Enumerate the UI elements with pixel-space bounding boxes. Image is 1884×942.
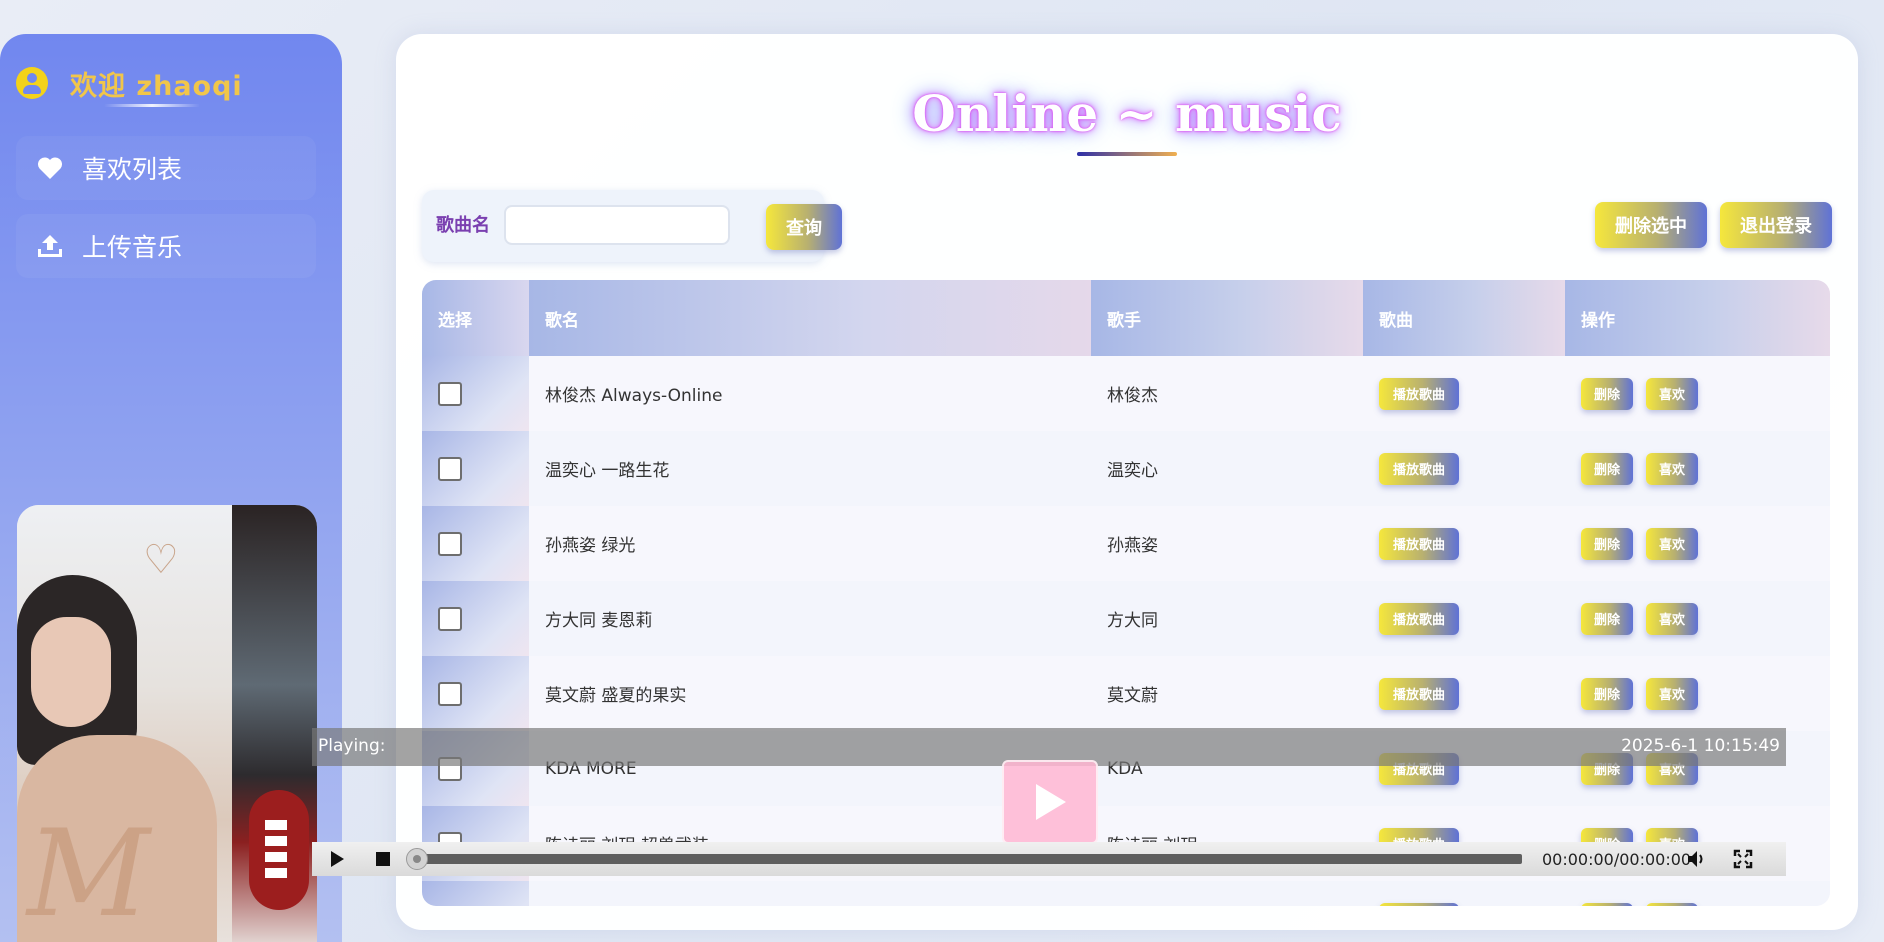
sidebar-item-upload[interactable]: 上传音乐 [16, 214, 316, 278]
poster-script-lettering: M [27, 805, 150, 942]
delete-button[interactable]: 删除 [1581, 902, 1633, 906]
header-actions: 操作 [1565, 280, 1830, 356]
header-singer: 歌手 [1091, 280, 1363, 356]
table-header: 选择 歌名 歌手 歌曲 操作 [422, 280, 1830, 356]
table-row: 林俊杰 Always-Online 林俊杰 播放歌曲 删除 喜欢 [422, 356, 1830, 431]
time-readout: 00:00:00/00:00:00 [1542, 849, 1692, 869]
song-name-cell: 孙燕姿 绿光 [529, 506, 1091, 581]
poster-mouth-graphic [249, 790, 309, 910]
row-checkbox[interactable] [438, 456, 462, 481]
play-song-button[interactable]: 播放歌曲 [1379, 902, 1459, 906]
row-checkbox[interactable] [438, 381, 462, 406]
stop-control-button[interactable] [366, 842, 400, 876]
delete-selected-button[interactable]: 删除选中 [1595, 202, 1707, 248]
singer-cell: 林俊杰 [1091, 356, 1363, 431]
play-song-button[interactable]: 播放歌曲 [1379, 602, 1459, 635]
header-song: 歌曲 [1363, 280, 1565, 356]
singer-cell [1091, 881, 1363, 906]
singer-cell: 孙燕姿 [1091, 506, 1363, 581]
volume-icon [1688, 851, 1703, 867]
progress-knob[interactable] [406, 848, 428, 870]
like-button[interactable]: 喜欢 [1646, 677, 1698, 710]
fullscreen-icon [1733, 849, 1753, 869]
logout-button[interactable]: 退出登录 [1720, 202, 1832, 248]
singer-cell: 方大同 [1091, 581, 1363, 656]
now-playing-label: Playing: [318, 736, 386, 756]
sidebar-item-label: 上传音乐 [82, 233, 183, 262]
like-button[interactable]: 喜欢 [1646, 902, 1698, 906]
fullscreen-button[interactable] [1726, 842, 1760, 876]
delete-button[interactable]: 删除 [1581, 527, 1633, 560]
user-icon [16, 67, 48, 99]
search-panel: 歌曲名 查询 [422, 190, 842, 262]
like-button[interactable]: 喜欢 [1646, 527, 1698, 560]
page-title: Online ~ music [912, 84, 1342, 143]
sidebar-item-label: 喜欢列表 [82, 155, 183, 184]
row-checkbox[interactable] [438, 606, 462, 631]
play-song-button[interactable]: 播放歌曲 [1379, 527, 1459, 560]
play-control-button[interactable] [320, 842, 354, 876]
play-song-button[interactable]: 播放歌曲 [1379, 377, 1459, 410]
stop-icon [376, 852, 390, 866]
search-button[interactable]: 查询 [766, 204, 842, 250]
like-button[interactable]: 喜欢 [1646, 602, 1698, 635]
table-row: 方大同 麦恩莉 方大同 播放歌曲 删除 喜欢 [422, 581, 1830, 656]
poster-figure-face [31, 617, 111, 727]
upload-icon [36, 232, 64, 260]
poster-heart-icon: ♡ [143, 537, 179, 583]
title-underline [1077, 152, 1177, 156]
play-icon [331, 851, 344, 867]
song-table: 选择 歌名 歌手 歌曲 操作 林俊杰 Always-Online 林俊杰 播放歌… [422, 280, 1830, 906]
big-play-button[interactable] [1002, 760, 1098, 844]
progress-slider[interactable] [406, 848, 1522, 870]
search-label: 歌曲名 [436, 215, 490, 236]
play-song-button[interactable]: 播放歌曲 [1379, 452, 1459, 485]
song-name-cell: 林俊杰 Always-Online [529, 356, 1091, 431]
main-card: Online ~ music 歌曲名 查询 删除选中 退出登录 选择 歌名 歌手… [396, 34, 1858, 930]
delete-button[interactable]: 删除 [1581, 677, 1633, 710]
singer-cell: 莫文蔚 [1091, 656, 1363, 731]
song-name-cell: 方大同 麦恩莉 [529, 581, 1091, 656]
like-button[interactable]: 喜欢 [1646, 377, 1698, 410]
row-checkbox[interactable] [438, 681, 462, 706]
table-row: 温奕心 一路生花 温奕心 播放歌曲 删除 喜欢 [422, 431, 1830, 506]
song-name-search-input[interactable] [504, 205, 730, 245]
delete-button[interactable]: 删除 [1581, 377, 1633, 410]
song-name-cell: 莫文蔚 盛夏的果实 [529, 656, 1091, 731]
song-name-cell [529, 881, 1091, 906]
play-song-button[interactable]: 播放歌曲 [1379, 677, 1459, 710]
header-select: 选择 [422, 280, 529, 356]
like-button[interactable]: 喜欢 [1646, 452, 1698, 485]
player-datetime: 2025-6-1 10:15:49 [1621, 736, 1780, 756]
welcome-block: 欢迎 zhaoqi [16, 62, 243, 104]
delete-button[interactable]: 删除 [1581, 452, 1633, 485]
welcome-underline [104, 104, 200, 107]
header-song-name: 歌名 [529, 280, 1091, 356]
table-row: 莫文蔚 盛夏的果实 莫文蔚 播放歌曲 删除 喜欢 [422, 656, 1830, 731]
play-icon [1036, 784, 1066, 820]
heart-icon [36, 154, 64, 182]
album-poster-image: ♡ M [17, 505, 317, 942]
sidebar: 欢迎 zhaoqi 喜欢列表 上传音乐 ♡ M [0, 34, 342, 942]
welcome-text: 欢迎 zhaoqi [70, 70, 243, 102]
table-row: 孙燕姿 绿光 孙燕姿 播放歌曲 删除 喜欢 [422, 506, 1830, 581]
delete-button[interactable]: 删除 [1581, 602, 1633, 635]
player-controls: 00:00:00/00:00:00 [312, 842, 1786, 876]
song-name-cell: 温奕心 一路生花 [529, 431, 1091, 506]
sidebar-item-favorites[interactable]: 喜欢列表 [16, 136, 316, 200]
table-row: 播放歌曲 删除 喜欢 [422, 881, 1830, 906]
singer-cell: 温奕心 [1091, 431, 1363, 506]
volume-button[interactable] [1680, 842, 1714, 876]
row-checkbox[interactable] [438, 531, 462, 556]
